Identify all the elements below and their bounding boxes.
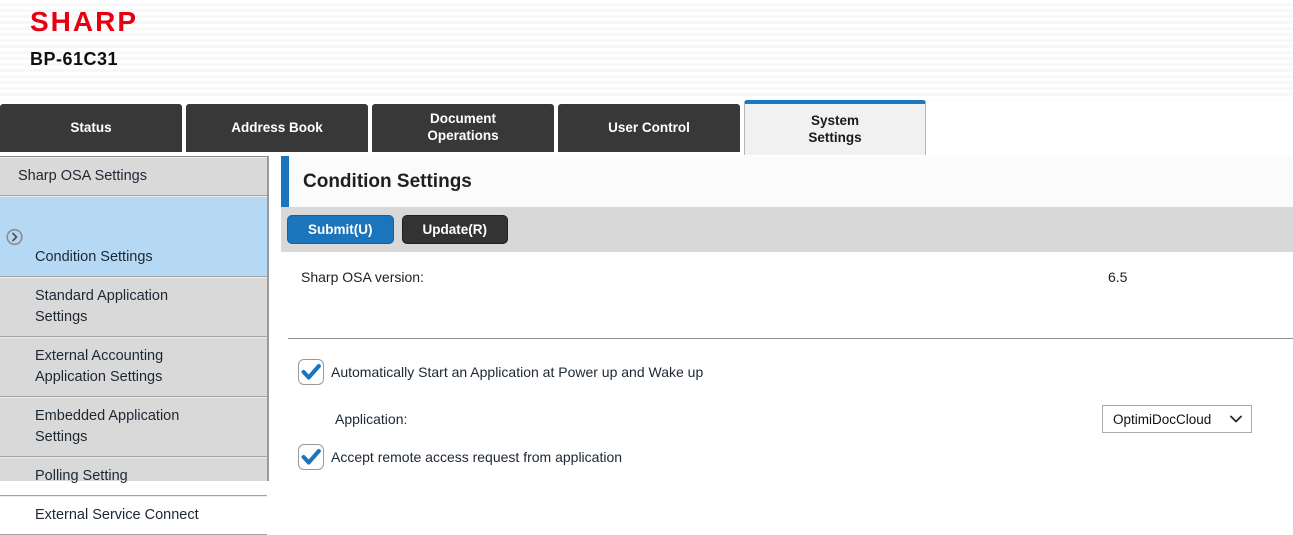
remote-access-label: Accept remote access request from applic…: [331, 449, 622, 465]
sidebar-item-external-accounting-application-settings[interactable]: External Accounting Application Settings: [0, 337, 267, 397]
checkmark-icon: [299, 360, 323, 384]
application-selected-value: OptimiDocCloud: [1113, 412, 1211, 427]
tab-address-book[interactable]: Address Book: [186, 104, 368, 152]
main-tabbar: Status Address Book Document Operations …: [0, 100, 1293, 152]
sidebar-item-standard-application-settings[interactable]: Standard Application Settings: [0, 277, 267, 337]
tab-document-operations[interactable]: Document Operations: [372, 104, 554, 152]
application-select[interactable]: OptimiDocCloud: [1102, 405, 1252, 433]
sharp-logo: SHARP: [30, 8, 1293, 36]
application-row: Application: OptimiDocCloud: [335, 405, 1293, 433]
tab-system-settings[interactable]: System Settings: [744, 100, 926, 155]
tab-user-control[interactable]: User Control: [558, 104, 740, 152]
sidebar-item-polling-setting[interactable]: Polling Setting: [0, 457, 267, 496]
settings-sidebar: Sharp OSA Settings Condition Settings St…: [0, 156, 269, 481]
auto-start-checkbox[interactable]: [298, 359, 324, 385]
sidebar-item-sharp-osa-settings[interactable]: Sharp OSA Settings: [0, 157, 267, 196]
section-divider: [288, 338, 1293, 339]
remote-access-checkbox[interactable]: [298, 444, 324, 470]
action-toolbar: Submit(U) Update(R): [281, 207, 1293, 252]
application-label: Application:: [335, 411, 407, 427]
osa-version-row: Sharp OSA version: 6.5: [281, 269, 1293, 286]
osa-version-label: Sharp OSA version:: [301, 269, 424, 285]
page-header: SHARP BP-61C31: [0, 0, 1293, 100]
checkmark-icon: [299, 445, 323, 469]
remote-access-row: Accept remote access request from applic…: [298, 444, 1293, 470]
auto-start-label: Automatically Start an Application at Po…: [331, 364, 703, 380]
sidebar-item-external-service-connect[interactable]: External Service Connect: [0, 496, 267, 535]
sidebar-item-embedded-application-settings[interactable]: Embedded Application Settings: [0, 397, 267, 457]
main-content: Condition Settings Submit(U) Update(R) S…: [281, 156, 1293, 481]
chevron-down-icon: [1230, 415, 1242, 423]
circle-arrow-icon: [6, 228, 23, 245]
model-name: BP-61C31: [30, 49, 1293, 70]
page-title: Condition Settings: [281, 156, 1293, 207]
auto-start-row: Automatically Start an Application at Po…: [298, 359, 1293, 385]
submit-button[interactable]: Submit(U): [287, 215, 394, 244]
sidebar-item-condition-settings[interactable]: Condition Settings: [0, 196, 267, 277]
osa-version-value: 6.5: [1108, 269, 1127, 285]
page-body: Sharp OSA Settings Condition Settings St…: [0, 156, 1293, 481]
sidebar-item-label: Condition Settings: [35, 249, 153, 265]
tab-status[interactable]: Status: [0, 104, 182, 152]
update-button[interactable]: Update(R): [402, 215, 509, 244]
